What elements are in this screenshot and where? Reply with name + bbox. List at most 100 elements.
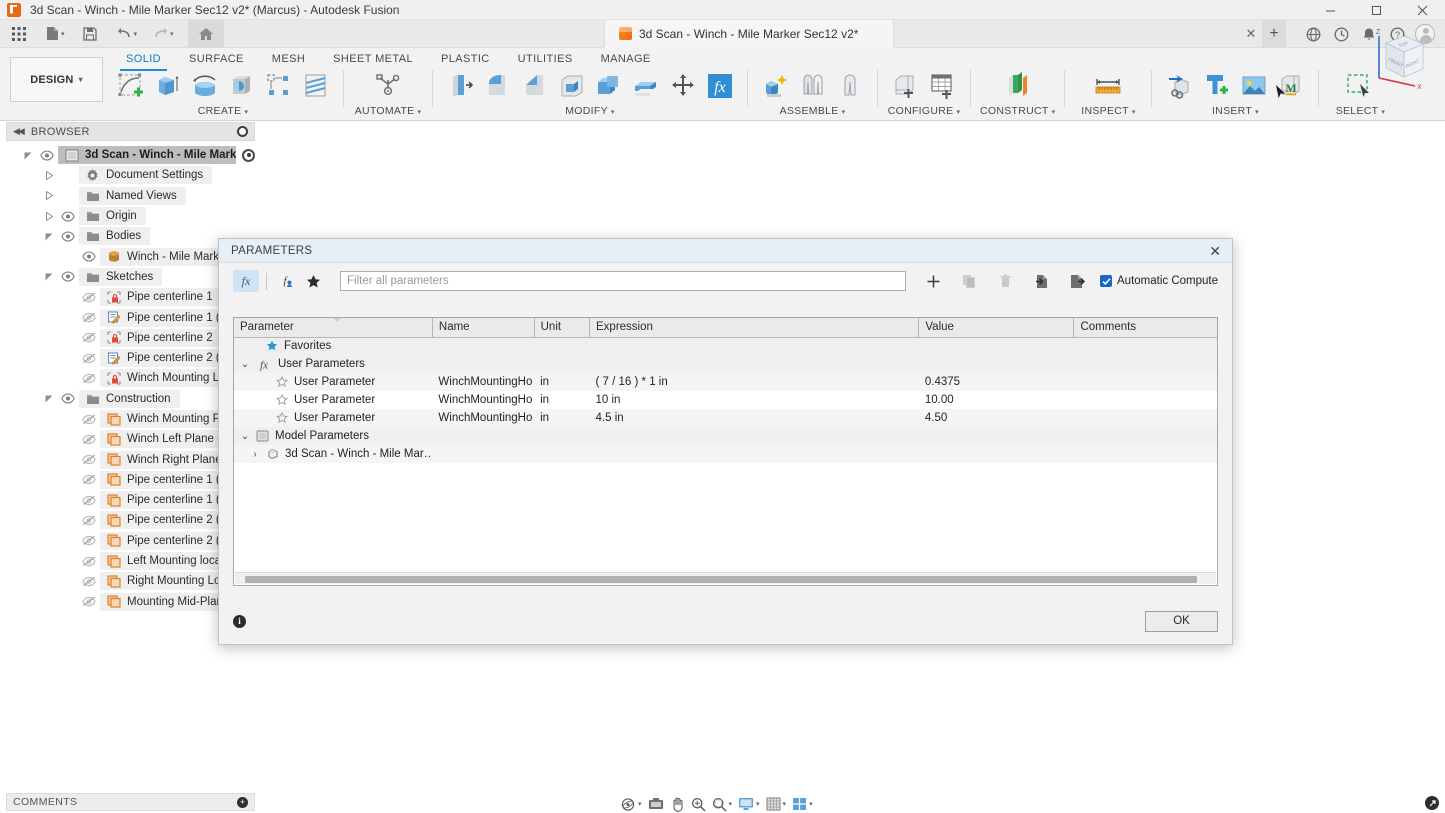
automate-caret[interactable]: ▾ [417, 109, 421, 116]
column-header-unit[interactable]: Unit [534, 318, 589, 337]
eye-visible-icon[interactable] [57, 211, 79, 222]
eye-visible-icon[interactable] [57, 231, 79, 242]
expander-open-icon[interactable] [41, 272, 57, 281]
expander-closed-icon[interactable] [41, 212, 57, 221]
column-header-parameter[interactable]: Parameter [234, 318, 432, 337]
star-outline-icon[interactable] [276, 394, 288, 406]
new-component-icon[interactable] [757, 68, 794, 104]
eye-hidden-icon[interactable] [78, 414, 100, 425]
app-grid-icon[interactable] [6, 20, 32, 48]
create-sketch-icon[interactable] [112, 68, 149, 104]
cell-unit[interactable] [534, 445, 589, 463]
browser-tree-item[interactable]: Document Settings [6, 165, 255, 185]
cell-name[interactable]: WinchMountingHo… [432, 391, 534, 409]
undo-caret[interactable]: ▾ [134, 30, 138, 38]
plus-icon[interactable] [920, 270, 946, 292]
filter-parameters-input[interactable] [340, 271, 906, 291]
eye-hidden-icon[interactable] [78, 596, 100, 607]
home-button[interactable] [188, 20, 224, 48]
tab-solid[interactable]: SOLID [112, 48, 175, 69]
press-pull-icon[interactable] [442, 68, 479, 104]
parameters-group-row[interactable]: ⌄Model Parameters [234, 427, 1217, 445]
cell-value[interactable]: 0.4375 [919, 373, 1074, 391]
eye-hidden-icon[interactable] [78, 495, 100, 506]
insert-caret[interactable]: ▾ [1255, 109, 1259, 116]
parameters-table-row[interactable]: ›3d Scan - Winch - Mile Mar… [234, 445, 1217, 463]
chevron-right-icon[interactable]: › [250, 449, 260, 460]
parameters-table-row[interactable]: User ParameterWinchMountingHo…in4.5 in4.… [234, 409, 1217, 427]
collapse-arrows-icon[interactable]: ◀◀ [13, 126, 23, 137]
view-cube[interactable]: Z X TOP FRONT RIGHT [1365, 22, 1435, 92]
horizontal-scrollbar-thumb[interactable] [245, 576, 1197, 583]
horizontal-scrollbar[interactable] [235, 572, 1216, 584]
display-settings-caret[interactable]: ▾ [756, 800, 760, 808]
combine-icon[interactable] [590, 68, 627, 104]
browser-options-icon[interactable] [237, 126, 248, 137]
globe-icon[interactable] [1299, 20, 1327, 48]
sweep-icon[interactable] [223, 68, 260, 104]
parameters-table-row[interactable]: User ParameterWinchMountingHo…in10 in10.… [234, 391, 1217, 409]
parameters-table-container[interactable]: Parameter Name Unit Expression Value Com… [233, 317, 1218, 586]
expander-closed-icon[interactable] [41, 171, 57, 180]
eye-visible-icon[interactable] [78, 251, 100, 262]
star-filled-icon[interactable] [300, 270, 326, 292]
filter-input-field[interactable] [347, 275, 899, 287]
close-button[interactable] [1399, 0, 1445, 20]
viewports-caret[interactable]: ▾ [809, 800, 813, 808]
add-comment-icon[interactable]: + [237, 797, 248, 808]
column-header-value[interactable]: Value [919, 318, 1074, 337]
create-caret[interactable]: ▾ [244, 109, 248, 116]
document-tab[interactable]: 3d Scan - Winch - Mile Marker Sec12 v2* [604, 20, 894, 48]
select-caret[interactable]: ▾ [1381, 109, 1385, 116]
eye-visible-icon[interactable] [57, 271, 79, 282]
eye-hidden-icon[interactable] [78, 434, 100, 445]
cell-value[interactable]: 4.50 [919, 409, 1074, 427]
cell-value[interactable] [919, 445, 1074, 463]
tab-utilities[interactable]: UTILITIES [504, 48, 587, 69]
joint-icon[interactable] [794, 68, 831, 104]
orbit-caret[interactable]: ▾ [638, 800, 642, 808]
clock-icon[interactable] [1327, 20, 1355, 48]
eye-hidden-icon[interactable] [78, 576, 100, 587]
as-built-joint-icon[interactable] [831, 68, 868, 104]
automatic-compute-toggle[interactable]: Automatic Compute [1100, 275, 1218, 287]
parameters-table-row[interactable]: User ParameterWinchMountingHo…in( 7 / 16… [234, 373, 1217, 391]
cell-unit[interactable]: in [534, 409, 589, 427]
fit-icon[interactable]: ▾ [710, 797, 735, 812]
display-settings-icon[interactable]: ▾ [736, 797, 762, 811]
minimize-button[interactable] [1307, 0, 1353, 20]
insert-canvas-icon[interactable] [1235, 68, 1272, 104]
star-outline-icon[interactable] [276, 412, 288, 424]
browser-tree-item[interactable]: Named Views [6, 186, 255, 206]
expander-closed-icon[interactable] [41, 191, 57, 200]
cell-value[interactable]: 10.00 [919, 391, 1074, 409]
offset-plane-icon[interactable] [999, 68, 1036, 104]
document-tab-close-icon[interactable]: ✕ [1240, 20, 1262, 48]
cell-expression[interactable] [590, 445, 919, 463]
eye-visible-icon[interactable] [36, 150, 58, 161]
eye-hidden-icon[interactable] [78, 312, 100, 323]
close-icon[interactable]: ✕ [1206, 244, 1224, 258]
eye-hidden-icon[interactable] [78, 556, 100, 567]
assemble-caret[interactable]: ▾ [842, 109, 846, 116]
grid-snaps-caret[interactable]: ▾ [783, 800, 787, 808]
star-outline-icon[interactable] [276, 376, 288, 388]
shell-icon[interactable] [553, 68, 590, 104]
eye-visible-icon[interactable] [57, 393, 79, 404]
zoom-icon[interactable] [689, 797, 708, 812]
eye-hidden-icon[interactable] [78, 373, 100, 384]
browser-tree-item[interactable]: Origin [6, 206, 255, 226]
orbit-icon[interactable]: ▾ [618, 797, 644, 812]
export-icon[interactable] [1064, 270, 1090, 292]
pan-icon[interactable] [668, 797, 687, 812]
redo-caret[interactable]: ▾ [170, 30, 174, 38]
column-header-expression[interactable]: Expression [590, 318, 919, 337]
cell-name[interactable]: WinchMountingHo… [432, 409, 534, 427]
cell-comments[interactable] [1074, 409, 1217, 427]
parameters-group-row[interactable]: ⌄fxUser Parameters [234, 355, 1217, 373]
fx-user-parameter-icon[interactable]: fx [233, 270, 259, 292]
new-document-button[interactable]: ▾ [40, 20, 71, 48]
look-at-icon[interactable] [646, 797, 666, 811]
tab-sheet-metal[interactable]: SHEET METAL [319, 48, 427, 69]
construct-caret[interactable]: ▾ [1052, 109, 1056, 116]
